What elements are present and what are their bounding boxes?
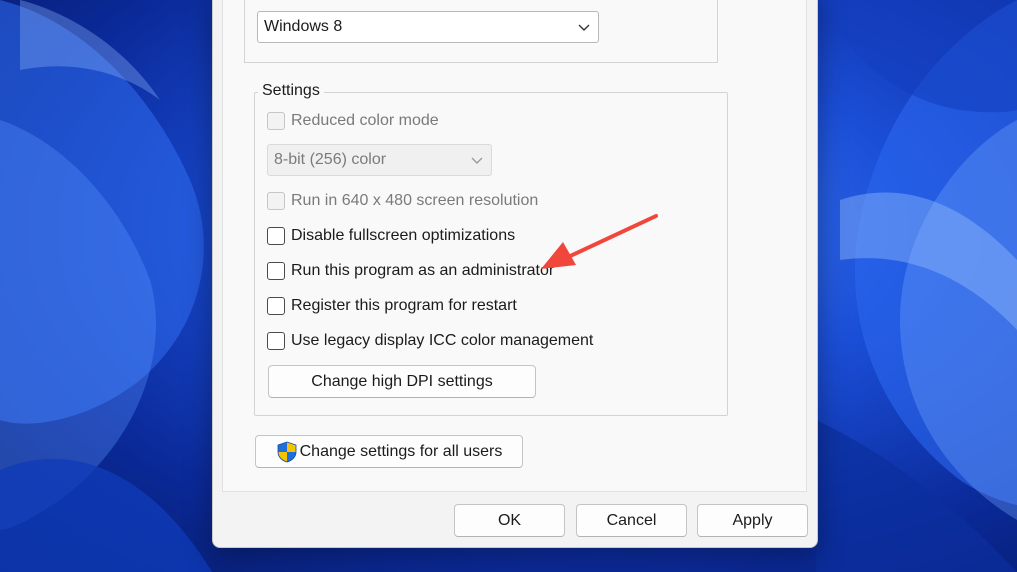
ok-button[interactable]: OK [454,504,565,537]
chevron-down-icon [471,157,483,164]
chevron-down-icon [578,24,590,31]
resolution-640-checkbox[interactable] [267,192,285,210]
run-as-admin-option[interactable]: Run this program as an administrator [267,260,554,282]
settings-legend: Settings [258,82,324,100]
change-high-dpi-button[interactable]: Change high DPI settings [268,365,536,398]
change-all-users-button[interactable]: Change settings for all users [255,435,523,468]
uac-shield-icon [277,441,297,462]
reduced-color-mode-label: Reduced color mode [291,112,439,129]
resolution-640-label: Run in 640 x 480 screen resolution [291,192,539,209]
run-as-admin-checkbox[interactable] [267,262,285,280]
compatibility-panel: Windows 8 Settings Reduced color mode 8-… [222,0,807,492]
register-restart-label: Register this program for restart [291,297,517,314]
color-depth-value: 8-bit (256) color [274,151,387,168]
legacy-icc-label: Use legacy display ICC color management [291,332,594,349]
disable-fullscreen-label: Disable fullscreen optimizations [291,227,516,244]
compatibility-os-dropdown[interactable]: Windows 8 [257,11,599,43]
legacy-icc-option[interactable]: Use legacy display ICC color management [267,330,593,352]
apply-button[interactable]: Apply [697,504,808,537]
cancel-button[interactable]: Cancel [576,504,687,537]
run-as-admin-label: Run this program as an administrator [291,262,555,279]
resolution-640-option[interactable]: Run in 640 x 480 screen resolution [267,190,538,212]
reduced-color-mode-option[interactable]: Reduced color mode [267,110,439,132]
change-all-users-label: Change settings for all users [299,442,503,460]
color-depth-dropdown[interactable]: 8-bit (256) color [267,144,492,176]
disable-fullscreen-option[interactable]: Disable fullscreen optimizations [267,225,515,247]
register-restart-option[interactable]: Register this program for restart [267,295,517,317]
register-restart-checkbox[interactable] [267,297,285,315]
legacy-icc-checkbox[interactable] [267,332,285,350]
compatibility-os-value: Windows 8 [264,18,343,35]
properties-dialog: Windows 8 Settings Reduced color mode 8-… [212,0,818,548]
reduced-color-mode-checkbox[interactable] [267,112,285,130]
disable-fullscreen-checkbox[interactable] [267,227,285,245]
